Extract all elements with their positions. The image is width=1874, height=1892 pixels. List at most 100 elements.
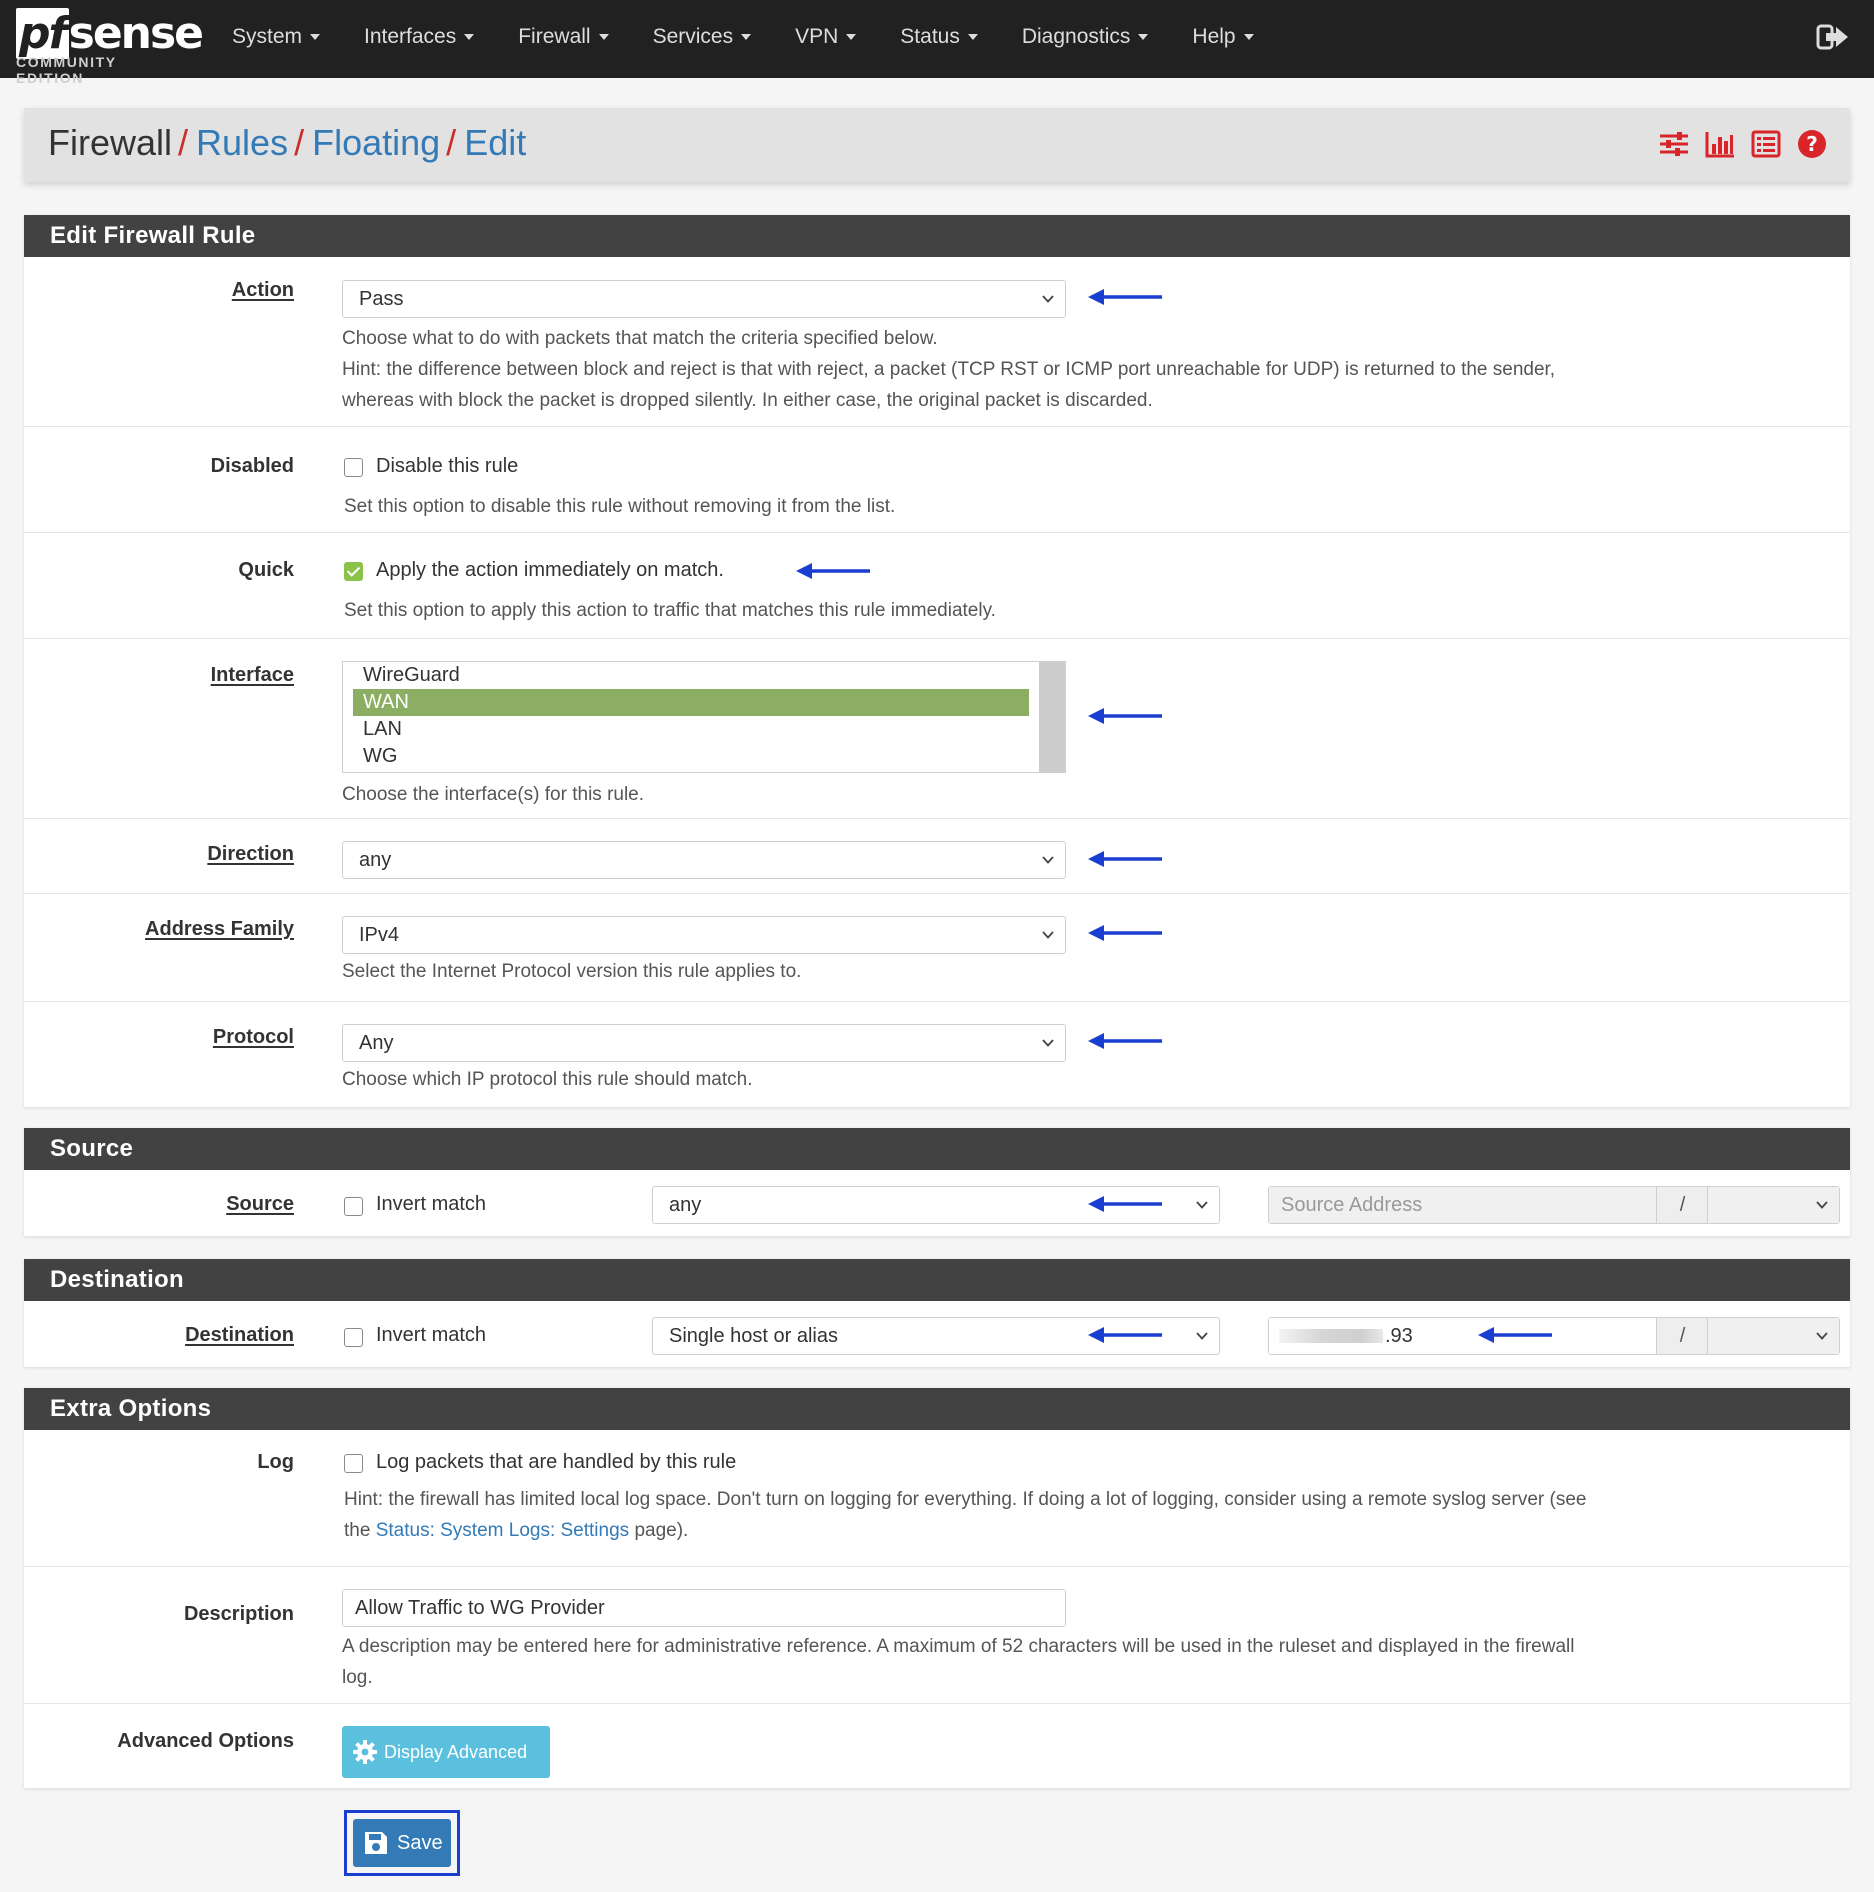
save-button[interactable]: Save: [353, 1819, 451, 1867]
source-address-input[interactable]: Source Address: [1269, 1187, 1657, 1223]
sliders-icon[interactable]: [1658, 128, 1690, 160]
source-invert-checkbox[interactable]: [344, 1197, 363, 1216]
arrow-left-icon: [1478, 1325, 1554, 1345]
interface-listbox[interactable]: WireGuard WAN LAN WG: [342, 661, 1066, 773]
advanced-options-label: Advanced Options: [117, 1730, 294, 1752]
interface-option-wg[interactable]: WG: [353, 743, 1029, 770]
protocol-row: Protocol Any Choose which IP protocol th…: [24, 1002, 1850, 1107]
nav-help[interactable]: Help: [1170, 0, 1275, 78]
quick-checkbox-label[interactable]: Apply the action immediately on match.: [376, 559, 724, 582]
interface-row: Interface WireGuard WAN LAN WG Choose th…: [24, 639, 1850, 819]
nav-services[interactable]: Services: [631, 0, 774, 78]
system-logs-settings-link[interactable]: Status: System Logs: Settings: [376, 1520, 629, 1541]
direction-row: Direction any: [24, 819, 1850, 894]
nav-diagnostics[interactable]: Diagnostics: [1000, 0, 1171, 78]
destination-invert-label[interactable]: Invert match: [376, 1324, 486, 1347]
protocol-label: Protocol: [212, 1026, 294, 1048]
nav-status[interactable]: Status: [878, 0, 1000, 78]
breadcrumb: Firewall / Rules / Floating / Edit: [48, 122, 527, 163]
protocol-select[interactable]: Any: [342, 1024, 1066, 1062]
source-mask-select[interactable]: [1709, 1187, 1839, 1223]
disabled-help: Set this option to disable this rule wit…: [344, 496, 896, 517]
chevron-down-icon: [1041, 292, 1055, 306]
nav-vpn[interactable]: VPN: [773, 0, 878, 78]
caret-down-icon: [1243, 34, 1254, 41]
interface-option-wireguard[interactable]: WireGuard: [353, 662, 1029, 689]
chevron-down-icon: [1041, 853, 1055, 867]
address-family-select[interactable]: IPv4: [342, 916, 1066, 954]
breadcrumb-floating[interactable]: Floating: [312, 122, 440, 163]
address-family-help: Select the Internet Protocol version thi…: [342, 961, 802, 982]
direction-select[interactable]: any: [342, 841, 1066, 879]
help-circle-icon[interactable]: ?: [1796, 128, 1828, 160]
disabled-row: Disabled Disable this rule Set this opti…: [24, 427, 1850, 533]
panel-heading-edit-rule: Edit Firewall Rule: [24, 215, 1850, 257]
chevron-down-icon: [1041, 928, 1055, 942]
redacted-address: [1279, 1329, 1383, 1343]
arrow-left-icon: [1088, 1194, 1164, 1214]
nav-firewall[interactable]: Firewall: [496, 0, 630, 78]
address-family-label: Address Family: [145, 918, 294, 940]
destination-panel: Destination Destination Invert match Sin…: [24, 1259, 1850, 1367]
interface-label: Interface: [210, 664, 294, 686]
source-invert-label[interactable]: Invert match: [376, 1193, 486, 1216]
action-help: Choose what to do with packets that matc…: [342, 328, 1556, 411]
caret-down-icon: [846, 34, 857, 41]
description-row: Description Allow Traffic to WG Provider…: [24, 1567, 1850, 1704]
gear-icon: [353, 1740, 377, 1764]
caret-down-icon: [741, 34, 752, 41]
nav-system[interactable]: System: [210, 0, 342, 78]
source-row: Source Invert match any Source Address /: [24, 1170, 1850, 1236]
breadcrumb-rules[interactable]: Rules: [196, 122, 288, 163]
breadcrumb-edit[interactable]: Edit: [464, 122, 526, 163]
panel-heading-destination: Destination: [24, 1259, 1850, 1301]
arrow-left-icon: [796, 561, 872, 581]
quick-checkbox[interactable]: [344, 562, 363, 581]
description-label: Description: [183, 1603, 294, 1625]
log-help: Hint: the firewall has limited local log…: [344, 1489, 1587, 1541]
bar-chart-icon[interactable]: [1704, 128, 1736, 160]
quick-label: Quick: [238, 559, 294, 581]
address-family-row: Address Family IPv4 Select the Internet …: [24, 894, 1850, 1002]
destination-label: Destination: [185, 1324, 294, 1346]
display-advanced-button[interactable]: Display Advanced: [342, 1726, 550, 1778]
destination-address-group: .93 /: [1268, 1317, 1840, 1355]
chevron-down-icon: [1195, 1198, 1209, 1212]
source-address-group: Source Address /: [1268, 1186, 1840, 1224]
source-panel: Source Source Invert match any Source Ad…: [24, 1128, 1850, 1236]
disable-rule-checkbox-label[interactable]: Disable this rule: [376, 455, 518, 478]
pfsense-logo[interactable]: pfsense COMMUNITY EDITION: [16, 8, 204, 86]
chevron-down-icon: [1815, 1329, 1829, 1343]
log-row: Log Log packets that are handled by this…: [24, 1430, 1850, 1567]
disabled-label: Disabled: [210, 455, 294, 477]
destination-invert-checkbox[interactable]: [344, 1328, 363, 1347]
caret-down-icon: [464, 34, 475, 41]
protocol-help: Choose which IP protocol this rule shoul…: [342, 1069, 753, 1090]
disable-rule-checkbox[interactable]: [344, 458, 363, 477]
log-checkbox[interactable]: [344, 1454, 363, 1473]
panel-heading-extra-options: Extra Options: [24, 1388, 1850, 1430]
destination-address-input[interactable]: .93: [1269, 1318, 1657, 1354]
arrow-left-icon: [1088, 706, 1164, 726]
interface-option-wan[interactable]: WAN: [353, 689, 1029, 716]
save-button-highlight: Save: [344, 1810, 460, 1876]
nav-interfaces[interactable]: Interfaces: [342, 0, 496, 78]
arrow-left-icon: [1088, 287, 1164, 307]
direction-label: Direction: [207, 843, 294, 865]
action-select[interactable]: Pass: [342, 280, 1066, 318]
top-navbar: pfsense COMMUNITY EDITION System Interfa…: [0, 0, 1874, 86]
chevron-down-icon: [1815, 1198, 1829, 1212]
mask-separator: /: [1658, 1187, 1708, 1223]
interface-option-lan[interactable]: LAN: [353, 716, 1029, 743]
destination-row: Destination Invert match Single host or …: [24, 1301, 1850, 1367]
destination-mask-select[interactable]: [1709, 1318, 1839, 1354]
chevron-down-icon: [1041, 1036, 1055, 1050]
description-input[interactable]: Allow Traffic to WG Provider: [342, 1589, 1066, 1627]
log-checkbox-label[interactable]: Log packets that are handled by this rul…: [376, 1451, 736, 1474]
list-icon[interactable]: [1750, 128, 1782, 160]
action-label: Action: [231, 279, 294, 301]
action-row: Action Pass Choose what to do with packe…: [24, 257, 1850, 427]
listbox-scrollbar[interactable]: [1039, 662, 1065, 772]
sign-out-icon[interactable]: [1816, 22, 1850, 52]
mask-separator: /: [1658, 1318, 1708, 1354]
